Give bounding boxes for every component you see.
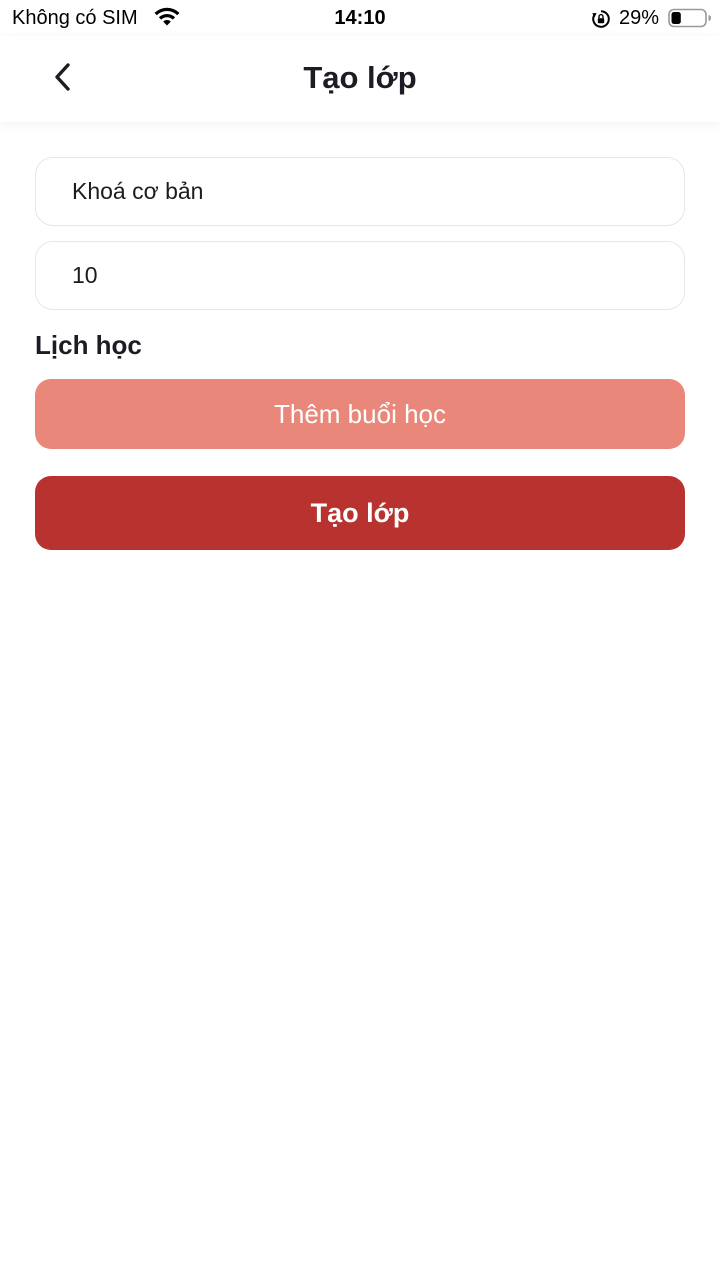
- course-name-field[interactable]: [35, 157, 685, 226]
- rotation-lock-icon: [591, 9, 611, 29]
- add-session-button[interactable]: Thêm buổi học: [35, 379, 685, 449]
- status-bar: Không có SIM 14:10 29%: [0, 0, 720, 36]
- battery-icon: [668, 8, 712, 28]
- session-count-field[interactable]: [35, 241, 685, 310]
- create-class-screen: Không có SIM 14:10 29% Tạo lớp Khoá cơ b…: [0, 0, 720, 1280]
- course-name-input[interactable]: [72, 178, 684, 205]
- create-class-button[interactable]: Tạo lớp: [35, 476, 685, 550]
- schedule-label: Lịch học: [35, 330, 142, 360]
- page-title: Tạo lớp: [303, 60, 417, 95]
- session-count-input[interactable]: [72, 262, 684, 289]
- nav-header: Tạo lớp: [0, 36, 720, 122]
- status-time: 14:10: [334, 7, 386, 29]
- battery-percent: 29%: [619, 7, 660, 29]
